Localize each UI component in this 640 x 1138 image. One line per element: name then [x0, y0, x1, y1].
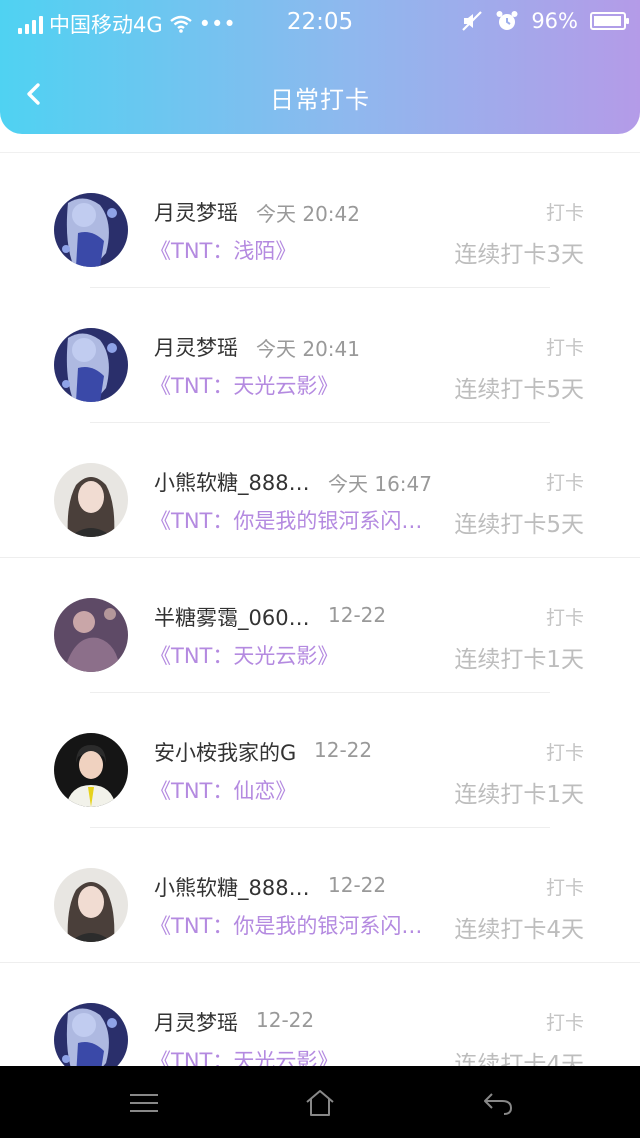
checkin-time: 12-22 [328, 873, 387, 897]
avatar[interactable] [54, 463, 128, 537]
list-item[interactable]: 月灵梦瑶 12-22 打卡《TNT：天光云影》 连续打卡4天 [0, 963, 640, 1066]
avatar[interactable] [54, 733, 128, 807]
streak-count: 连续打卡1天 [454, 782, 584, 808]
nav-bar: 日常打卡 [0, 62, 640, 128]
list-item[interactable]: 安小桉我家的G 12-22 打卡《TNT：仙恋》 连续打卡1天 [0, 693, 640, 828]
alarm-icon [496, 11, 518, 30]
list-item[interactable]: 小熊软糖_888… 12-22 打卡《TNT：你是我的银河系闪… 连续打卡4天 [0, 828, 640, 963]
streak-count: 连续打卡4天 [454, 1052, 584, 1066]
avatar[interactable] [54, 193, 128, 267]
avatar[interactable] [54, 598, 128, 672]
status-bar: 中国移动4G ••• 22:05 96% [0, 0, 640, 46]
battery-percent: 96% [531, 9, 578, 33]
song-title[interactable]: 《TNT：天光云影》 [150, 1045, 338, 1066]
avatar[interactable] [54, 1003, 128, 1066]
streak-count: 连续打卡3天 [454, 242, 584, 268]
user-name[interactable]: 小熊软糖_888… [154, 872, 310, 902]
avatar[interactable] [54, 868, 128, 942]
checkin-time: 12-22 [328, 603, 387, 627]
user-name[interactable]: 半糖雾霭_060… [154, 602, 310, 632]
song-title[interactable]: 《TNT：天光云影》 [150, 370, 338, 400]
user-name[interactable]: 安小桉我家的G [154, 737, 296, 767]
battery-icon [590, 12, 629, 30]
streak-count: 连续打卡5天 [454, 377, 584, 403]
list-item[interactable]: 月灵梦瑶 今天 20:41 打卡《TNT：天光云影》 连续打卡5天 [0, 288, 640, 423]
checkin-tag: 打卡 [545, 202, 584, 224]
song-title[interactable]: 《TNT：你是我的银河系闪… [150, 505, 422, 535]
back-arrow-icon [484, 1093, 513, 1115]
user-name[interactable]: 小熊软糖_888… [154, 467, 310, 497]
checkin-time: 12-22 [314, 738, 373, 762]
menu-button[interactable] [126, 1088, 162, 1118]
list-item[interactable]: 小熊软糖_888… 今天 16:47 打卡《TNT：你是我的银河系闪… 连续打卡5天 [0, 423, 640, 558]
checkin-tag: 打卡 [545, 337, 584, 359]
avatar[interactable] [54, 328, 128, 402]
song-title[interactable]: 《TNT：浅陌》 [150, 235, 296, 265]
song-title[interactable]: 《TNT：仙恋》 [150, 775, 296, 805]
user-name[interactable]: 月灵梦瑶 [154, 332, 238, 362]
user-name[interactable]: 月灵梦瑶 [154, 1007, 238, 1037]
list-item[interactable]: 半糖雾霭_060… 12-22 打卡《TNT：天光云影》 连续打卡1天 [0, 558, 640, 693]
checkin-time: 今天 20:42 [256, 202, 360, 226]
list-item[interactable]: 月灵梦瑶 今天 20:42 打卡《TNT：浅陌》 连续打卡3天 [0, 153, 640, 288]
checkin-time: 今天 20:41 [256, 337, 360, 361]
status-right: 96% [461, 9, 629, 33]
checkin-list[interactable]: 月灵梦瑶 今天 20:42 打卡 《TNT：浅陌》 连续打卡3天 月灵梦瑶 今天 20:41… [0, 152, 640, 1066]
checkin-tag: 打卡 [545, 1012, 584, 1034]
back-nav-button[interactable] [480, 1088, 516, 1118]
menu-icon [130, 1094, 158, 1112]
home-icon [306, 1090, 334, 1116]
checkin-tag: 打卡 [545, 472, 584, 494]
home-button[interactable] [302, 1088, 338, 1118]
checkin-time: 今天 16:47 [328, 472, 432, 496]
streak-count: 连续打卡1天 [454, 647, 584, 673]
streak-count: 连续打卡5天 [454, 512, 584, 538]
song-title[interactable]: 《TNT：你是我的银河系闪… [150, 910, 422, 940]
user-name[interactable]: 月灵梦瑶 [154, 197, 238, 227]
checkin-tag: 打卡 [545, 877, 584, 899]
song-title[interactable]: 《TNT：天光云影》 [150, 640, 338, 670]
app-header: 中国移动4G ••• 22:05 96% 日常打卡 [0, 0, 640, 134]
system-nav-bar [0, 1066, 640, 1138]
mute-icon [462, 11, 483, 31]
checkin-tag: 打卡 [545, 742, 584, 764]
page-title: 日常打卡 [270, 86, 370, 114]
checkin-tag: 打卡 [545, 607, 584, 629]
checkin-time: 12-22 [256, 1008, 315, 1032]
streak-count: 连续打卡4天 [454, 917, 584, 943]
